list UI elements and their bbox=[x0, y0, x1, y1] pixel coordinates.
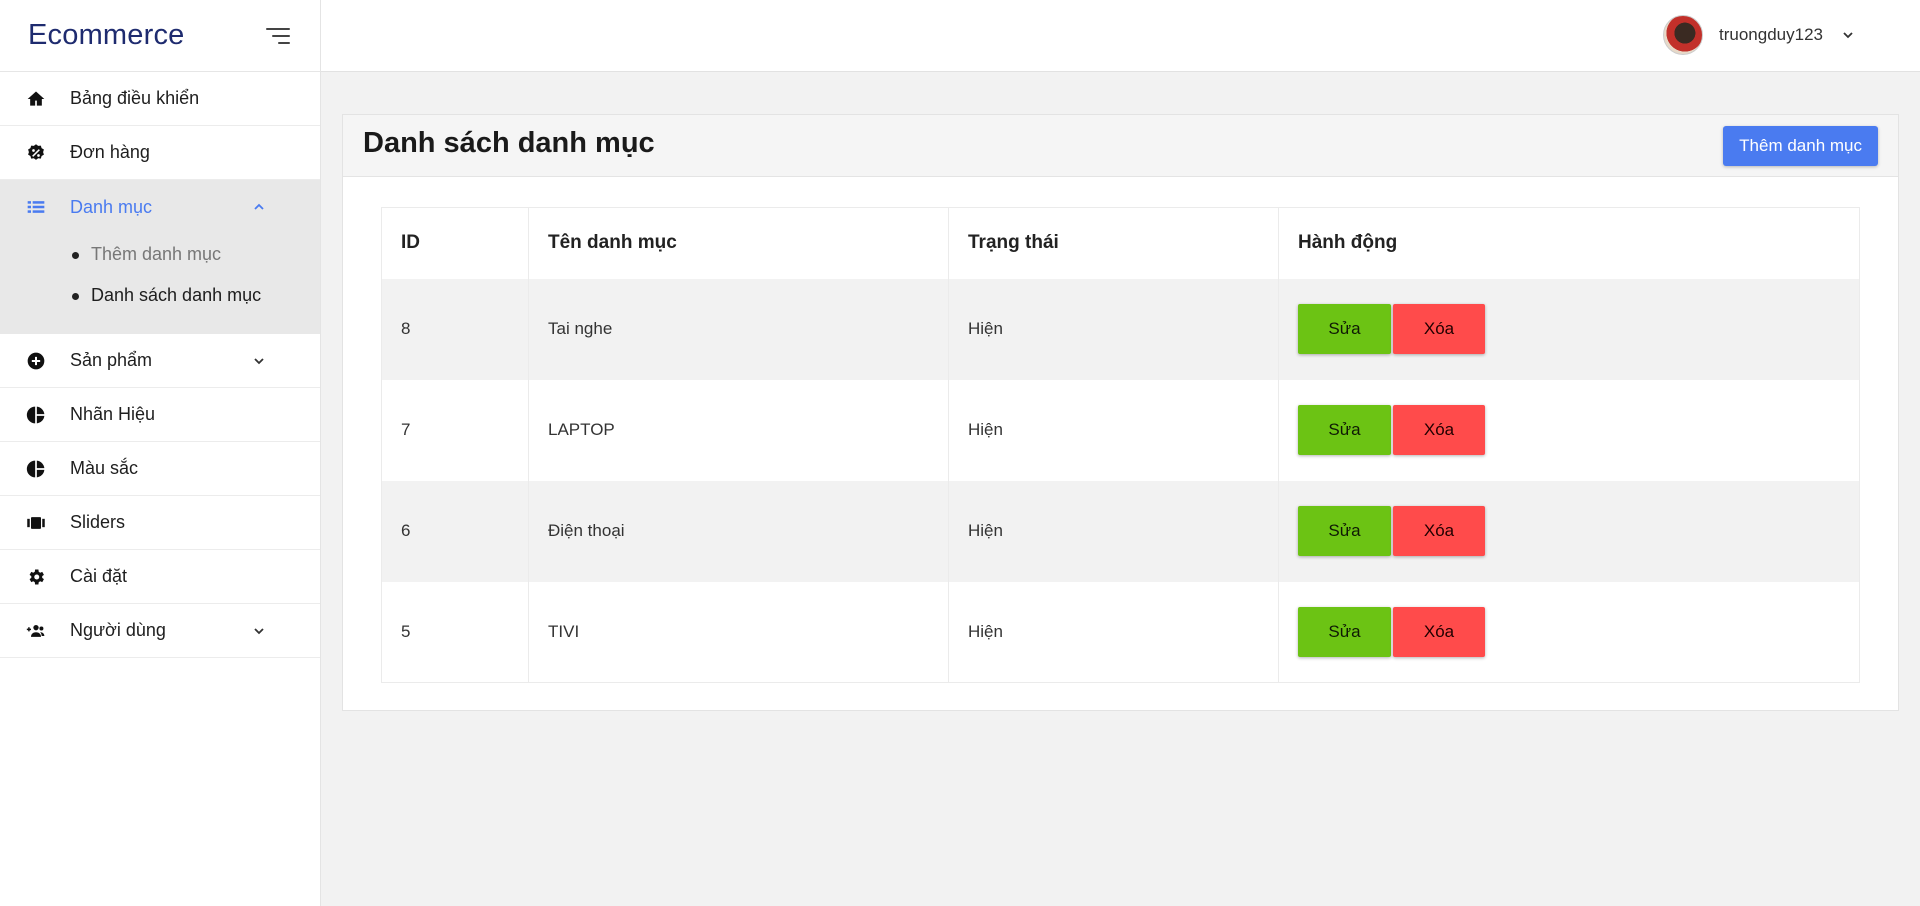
sidebar-item-colors[interactable]: Màu sắc bbox=[0, 442, 320, 496]
delete-button[interactable]: Xóa bbox=[1393, 405, 1485, 455]
list-icon bbox=[26, 197, 46, 217]
cell-status: Hiện bbox=[948, 581, 1279, 683]
sidebar-item-label: Người dùng bbox=[70, 620, 166, 640]
cell-actions: Sửa Xóa bbox=[1278, 379, 1860, 481]
table-row: 8 Tai nghe Hiện Sửa Xóa bbox=[381, 278, 1860, 380]
top-bar: truongduy123 bbox=[321, 0, 1920, 72]
delete-button[interactable]: Xóa bbox=[1393, 606, 1485, 657]
chevron-down-icon[interactable] bbox=[252, 354, 266, 368]
username[interactable]: truongduy123 bbox=[1719, 25, 1823, 45]
sidebar-group-categories: Danh mục Thêm danh mục Danh sách danh mụ… bbox=[0, 180, 320, 334]
submenu-item-category-list[interactable]: Danh sách danh mục bbox=[70, 275, 320, 316]
add-category-button[interactable]: Thêm danh mục bbox=[1723, 125, 1878, 166]
table-row: 6 Điện thoại Hiện Sửa Xóa bbox=[381, 480, 1860, 582]
category-list-card: Danh sách danh mục Thêm danh mục ID Tên … bbox=[342, 114, 1899, 711]
edit-button[interactable]: Sửa bbox=[1298, 506, 1391, 556]
edit-button[interactable]: Sửa bbox=[1298, 405, 1391, 455]
table-row: 7 LAPTOP Hiện Sửa Xóa bbox=[381, 379, 1860, 481]
delete-button[interactable]: Xóa bbox=[1393, 506, 1485, 556]
pie-chart-icon bbox=[26, 405, 46, 425]
carousel-icon bbox=[26, 513, 46, 533]
sidebar-item-label: Sản phẩm bbox=[70, 350, 153, 370]
cell-name: Tai nghe bbox=[528, 278, 949, 380]
add-user-icon bbox=[26, 621, 46, 641]
sidebar-item-sliders[interactable]: Sliders bbox=[0, 496, 320, 550]
badge-percent-icon bbox=[26, 143, 46, 163]
home-icon bbox=[26, 89, 46, 109]
delete-button[interactable]: Xóa bbox=[1393, 304, 1485, 354]
column-header-actions: Hành động bbox=[1278, 207, 1860, 279]
brand-bar: Ecommerce bbox=[0, 0, 320, 72]
chevron-down-icon[interactable] bbox=[252, 624, 266, 638]
sidebar-item-label: Danh mục bbox=[70, 196, 153, 217]
plus-circle-icon bbox=[26, 351, 46, 371]
sidebar-item-label: Cài đặt bbox=[70, 566, 128, 586]
cell-actions: Sửa Xóa bbox=[1278, 480, 1860, 582]
table-wrapper: ID Tên danh mục Trạng thái Hành động 8 T… bbox=[343, 177, 1898, 683]
cell-id: 6 bbox=[381, 480, 529, 582]
chevron-down-icon[interactable] bbox=[1841, 28, 1855, 42]
category-table: ID Tên danh mục Trạng thái Hành động 8 T… bbox=[381, 207, 1860, 683]
page-title: Danh sách danh mục bbox=[363, 127, 655, 159]
brand-title[interactable]: Ecommerce bbox=[28, 19, 185, 52]
chevron-up-icon[interactable] bbox=[252, 200, 266, 214]
user-menu[interactable]: truongduy123 bbox=[1663, 14, 1855, 56]
sidebar-item-users[interactable]: Người dùng bbox=[0, 604, 320, 658]
column-header-id[interactable]: ID bbox=[381, 207, 529, 279]
sidebar-item-products[interactable]: Sản phẩm bbox=[0, 334, 320, 388]
cell-id: 7 bbox=[381, 379, 529, 481]
categories-submenu: Thêm danh mục Danh sách danh mục bbox=[0, 234, 320, 334]
cell-actions: Sửa Xóa bbox=[1278, 581, 1860, 683]
edit-button[interactable]: Sửa bbox=[1298, 606, 1391, 657]
cell-status: Hiện bbox=[948, 278, 1279, 380]
cell-status: Hiện bbox=[948, 480, 1279, 582]
cell-id: 8 bbox=[381, 278, 529, 380]
sidebar-item-settings[interactable]: Cài đặt bbox=[0, 550, 320, 604]
submenu-item-add-category[interactable]: Thêm danh mục bbox=[70, 234, 320, 275]
sidebar-item-dashboard[interactable]: Bảng điều khiển bbox=[0, 72, 320, 126]
gear-icon bbox=[26, 567, 46, 587]
sidebar-item-label: Màu sắc bbox=[70, 458, 139, 478]
avatar[interactable] bbox=[1663, 15, 1704, 55]
sidebar: Ecommerce Bảng điều khiển Đơn hàng Danh … bbox=[0, 0, 321, 906]
cell-status: Hiện bbox=[948, 379, 1279, 481]
menu-toggle-icon[interactable] bbox=[264, 26, 290, 46]
edit-button[interactable]: Sửa bbox=[1298, 304, 1391, 354]
column-header-status[interactable]: Trạng thái bbox=[948, 207, 1279, 279]
cell-name: Điện thoại bbox=[528, 480, 949, 582]
card-header: Danh sách danh mục Thêm danh mục bbox=[343, 115, 1898, 177]
sidebar-item-orders[interactable]: Đơn hàng bbox=[0, 126, 320, 180]
sidebar-item-brands[interactable]: Nhãn Hiệu bbox=[0, 388, 320, 442]
table-header-row: ID Tên danh mục Trạng thái Hành động bbox=[381, 207, 1860, 279]
sidebar-item-categories[interactable]: Danh mục bbox=[0, 180, 320, 234]
cell-id: 5 bbox=[381, 581, 529, 683]
cell-actions: Sửa Xóa bbox=[1278, 278, 1860, 380]
sidebar-item-label: Nhãn Hiệu bbox=[70, 404, 156, 424]
table-row: 5 TIVI Hiện Sửa Xóa bbox=[381, 581, 1860, 683]
column-header-name[interactable]: Tên danh mục bbox=[528, 207, 949, 279]
sidebar-item-label: Bảng điều khiển bbox=[70, 88, 200, 108]
cell-name: LAPTOP bbox=[528, 379, 949, 481]
sidebar-item-label: Sliders bbox=[70, 512, 126, 532]
pie-chart-icon bbox=[26, 459, 46, 479]
cell-name: TIVI bbox=[528, 581, 949, 683]
sidebar-item-label: Đơn hàng bbox=[70, 142, 150, 162]
